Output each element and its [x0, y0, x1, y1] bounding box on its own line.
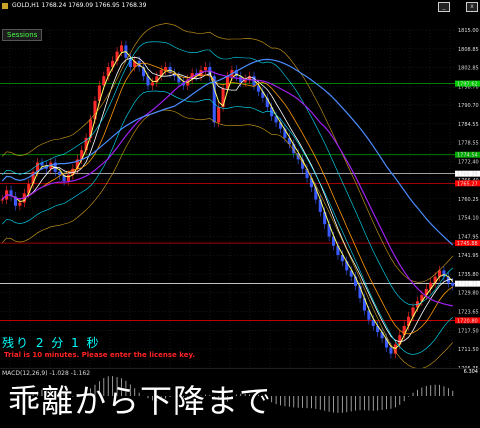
level-label: 1768.39 [457, 172, 478, 178]
close-button[interactable]: x [466, 2, 478, 12]
level-label: 1765.27 [457, 181, 478, 187]
band-outer-lower-line [1, 109, 454, 368]
countdown-timer: 残り 2 分 1 秒 [2, 336, 101, 350]
sessions-button[interactable]: Sessions [2, 29, 43, 41]
price-tick-label: 1717.50 [458, 329, 479, 335]
minimize-button[interactable]: _ [438, 2, 450, 12]
candle-body [18, 202, 22, 206]
candle-body [66, 174, 71, 182]
level-label: 1774.54 [457, 153, 478, 159]
price-tick-label: 1815.00 [458, 28, 479, 34]
chart-window: GOLD,H1 1768.24 1769.09 1766.95 1768.39 … [0, 0, 480, 428]
candle-body [389, 347, 393, 354]
price-tick-label: 1760.25 [458, 197, 479, 203]
price-tick-label: 1741.95 [458, 253, 479, 259]
level-label: 1732.71 [457, 282, 478, 288]
price-chart[interactable]: 1815.001808.851802.851796.701790.701784.… [0, 0, 480, 368]
price-tick-label: 1754.10 [458, 216, 479, 222]
trial-notice: Trial is 10 minutes. Please enter the li… [4, 351, 196, 359]
price-tick-label: 1790.70 [458, 103, 479, 109]
candle-body [0, 199, 4, 201]
level-label: 1745.88 [457, 241, 478, 247]
candle-body [217, 107, 221, 123]
candle-body [119, 45, 124, 52]
candle-body [393, 344, 397, 354]
window-title-bar: GOLD,H1 1768.24 1769.09 1766.95 1768.39 [2, 2, 146, 9]
candle-body [451, 282, 455, 286]
price-tick-label: 1778.55 [458, 140, 479, 146]
price-tick-label: 1747.95 [458, 235, 479, 241]
candle-body [203, 66, 207, 71]
chart-symbol-icon [2, 2, 8, 9]
price-tick-label: 1784.55 [458, 122, 479, 128]
price-tick-label: 1772.40 [458, 159, 479, 165]
price-tick-label: 1729.80 [458, 291, 479, 297]
window-controls: _ x [438, 2, 478, 12]
price-tick-label: 1802.85 [458, 65, 479, 71]
caption-text: 乖離から下降まで [8, 382, 273, 420]
candle-body [150, 82, 154, 86]
candle-body [164, 66, 168, 71]
candle-body [58, 171, 62, 175]
window-title: GOLD,H1 1768.24 1769.09 1766.95 1768.39 [12, 2, 147, 9]
price-tick-label: 1735.80 [458, 272, 479, 278]
price-tick-label: 1723.65 [458, 310, 479, 316]
level-label: 1720.80 [457, 318, 478, 324]
price-tick-label: 1808.85 [458, 47, 479, 53]
macd-top-value: 6.304 [463, 369, 478, 375]
level-label: 1797.62 [457, 82, 478, 88]
price-tick-label: 1711.50 [458, 347, 479, 353]
